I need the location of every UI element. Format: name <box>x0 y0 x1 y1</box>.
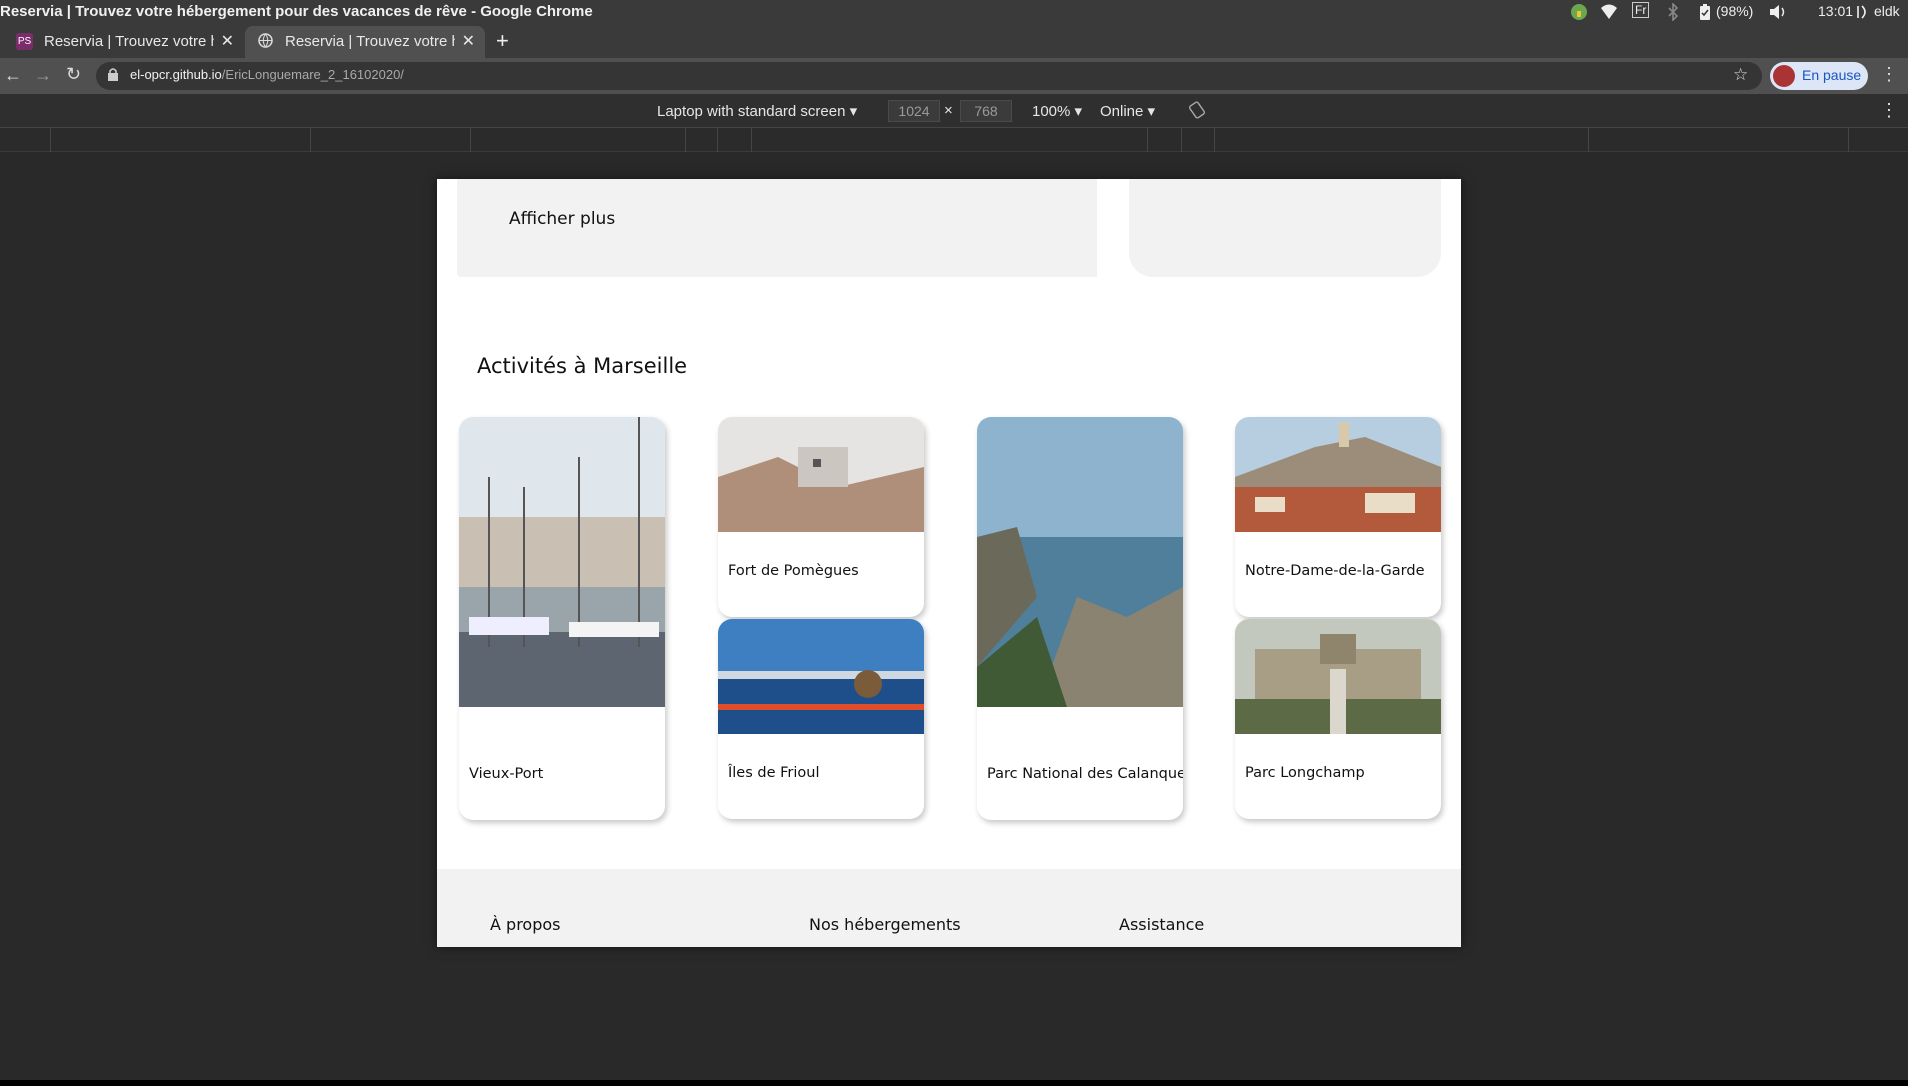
ruler-tick <box>1147 128 1148 152</box>
phpstorm-icon: PS <box>16 33 33 50</box>
url-path: /EricLonguemare_2_16102020/ <box>221 67 404 82</box>
wifi-icon[interactable] <box>1600 3 1618 24</box>
update-icon[interactable] <box>1570 3 1588 24</box>
media-query-bar[interactable] <box>0 128 1908 152</box>
page-viewport: Afficher plus Activités à Marseille Vieu… <box>437 179 1461 947</box>
device-label: Laptop with standard screen <box>657 103 846 120</box>
session-icon[interactable] <box>1854 3 1870 24</box>
activities-title: Activités à Marseille <box>477 354 688 378</box>
card-caption: Fort de Pomègues <box>728 563 859 579</box>
url-host: el-opcr.github.io <box>130 67 222 82</box>
ruler-tick <box>50 128 51 152</box>
profile-button[interactable]: En pause <box>1770 62 1868 90</box>
times-sign: × <box>944 102 953 119</box>
ruler-tick <box>470 128 471 152</box>
chevron-down-icon: ▾ <box>849 103 858 120</box>
calanques-image <box>977 417 1183 707</box>
new-tab-button[interactable]: + <box>496 28 509 54</box>
screen-bottom-edge <box>0 1080 1908 1086</box>
activity-card-longchamp[interactable]: Parc Longchamp <box>1235 619 1441 819</box>
ruler-tick <box>751 128 752 152</box>
width-input[interactable]: 1024 <box>888 100 940 122</box>
longchamp-image <box>1235 619 1441 734</box>
iles-frioul-image <box>718 619 924 734</box>
footer-heading-assistance: Assistance <box>1119 915 1205 934</box>
forward-arrow-icon[interactable]: → <box>34 65 52 86</box>
hebergements-panel: Afficher plus <box>457 179 1097 277</box>
network-label: Online <box>1100 103 1144 120</box>
vieux-port-image <box>459 417 665 707</box>
zoom-select[interactable]: 100% ▾ <box>1032 102 1082 120</box>
more-options-icon[interactable]: ⋮ <box>1880 100 1898 121</box>
reload-icon[interactable]: ↻ <box>66 64 81 85</box>
device-select[interactable]: Laptop with standard screen ▾ <box>657 102 857 120</box>
window-title: Reservia | Trouvez votre hébergement pou… <box>0 3 593 20</box>
activity-card-notre-dame[interactable]: Notre-Dame-de-la-Garde <box>1235 417 1441 617</box>
rotate-icon[interactable] <box>1188 101 1206 123</box>
ruler-tick <box>717 128 718 152</box>
tab-label: Reservia | Trouvez votre hébergement <box>44 33 214 50</box>
activity-card-fort-pomegues[interactable]: Fort de Pomègues <box>718 417 924 617</box>
ruler-tick <box>310 128 311 152</box>
footer-heading-hebergements: Nos hébergements <box>809 915 961 934</box>
os-top-bar: Reservia | Trouvez votre hébergement pou… <box>0 0 1908 26</box>
clock[interactable]: 13:01 <box>1818 3 1853 19</box>
card-caption: Vieux-Port <box>469 766 544 782</box>
ruler-tick <box>1848 128 1849 152</box>
bluetooth-icon[interactable] <box>1666 2 1680 24</box>
star-icon[interactable]: ☆ <box>1733 65 1748 85</box>
height-input[interactable]: 768 <box>960 100 1012 122</box>
keyboard-lang[interactable]: Fr <box>1632 2 1650 18</box>
volume-icon[interactable] <box>1768 3 1788 24</box>
chevron-down-icon: ▾ <box>1147 103 1156 120</box>
card-caption: Parc National des Calanques <box>987 766 1183 782</box>
battery-percent: (98%) <box>1716 3 1754 19</box>
footer-heading-about: À propos <box>490 915 561 934</box>
ruler-tick <box>1214 128 1215 152</box>
ruler-tick <box>1181 128 1182 152</box>
avatar <box>1773 65 1795 87</box>
profile-status: En pause <box>1802 67 1862 83</box>
ruler-tick <box>1588 128 1589 152</box>
close-icon[interactable]: ✕ <box>221 31 234 51</box>
fort-pomegues-image <box>718 417 924 532</box>
notre-dame-image <box>1235 417 1441 532</box>
tab-reservia-1[interactable]: PS Reservia | Trouvez votre hébergement … <box>4 26 244 58</box>
tab-strip: PS Reservia | Trouvez votre hébergement … <box>0 26 1908 58</box>
browser-toolbar: ← → ↻ el-opcr.github.io/EricLonguemare_2… <box>0 58 1908 94</box>
address-bar[interactable]: el-opcr.github.io/EricLonguemare_2_16102… <box>96 62 1762 90</box>
globe-icon <box>257 33 274 50</box>
card-caption: Notre-Dame-de-la-Garde <box>1245 563 1425 579</box>
user-name[interactable]: eldk <box>1874 3 1900 19</box>
lock-icon[interactable] <box>108 68 118 86</box>
battery-icon[interactable] <box>1698 3 1712 24</box>
page-footer: À propos Nos hébergements Assistance <box>437 869 1461 947</box>
chevron-down-icon: ▾ <box>1074 103 1083 120</box>
tab-reservia-2[interactable]: Reservia | Trouvez votre hébergement ✕ <box>245 26 485 58</box>
activity-card-calanques[interactable]: Parc National des Calanques <box>977 417 1183 820</box>
zoom-label: 100% <box>1032 103 1071 120</box>
ruler-tick <box>685 128 686 152</box>
show-more-link[interactable]: Afficher plus <box>509 209 615 229</box>
activity-card-iles-frioul[interactable]: Îles de Frioul <box>718 619 924 819</box>
tab-label: Reservia | Trouvez votre hébergement <box>285 33 455 50</box>
network-select[interactable]: Online ▾ <box>1100 102 1155 120</box>
popular-panel <box>1129 179 1441 277</box>
url-text[interactable]: el-opcr.github.io/EricLonguemare_2_16102… <box>130 67 404 82</box>
close-icon[interactable]: ✕ <box>462 31 475 51</box>
device-toolbar: Laptop with standard screen ▾ 1024 × 768… <box>0 94 1908 128</box>
menu-icon[interactable]: ⋮ <box>1880 64 1898 85</box>
back-arrow-icon[interactable]: ← <box>4 65 22 86</box>
activity-card-vieux-port[interactable]: Vieux-Port <box>459 417 665 820</box>
card-caption: Îles de Frioul <box>728 765 820 781</box>
card-caption: Parc Longchamp <box>1245 765 1365 781</box>
